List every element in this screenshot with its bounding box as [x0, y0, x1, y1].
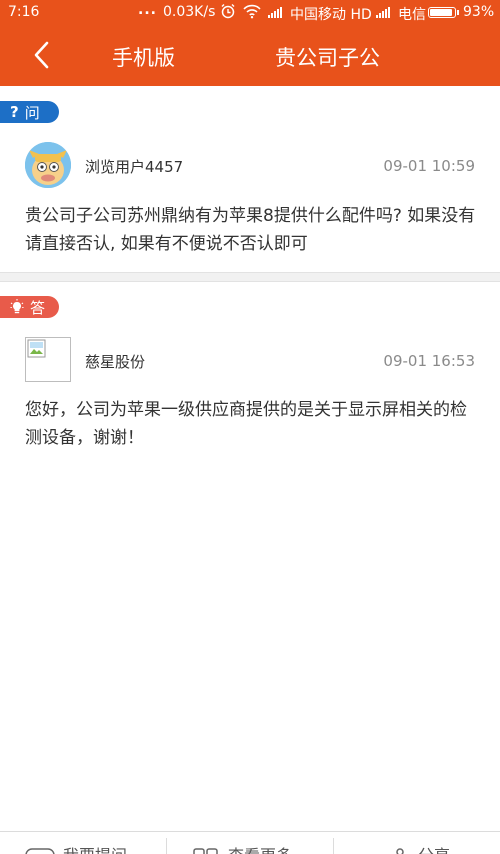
page-title: 贵公司子公 — [275, 46, 380, 70]
question-tag: ? 问 — [0, 101, 59, 123]
status-bar: 7:16 ... 0.03K/s 中国移动 HD 电信 93% — [0, 0, 500, 26]
battery-icon — [428, 7, 459, 18]
bottom-bar: 我要提问 查看更多 分享 — [0, 831, 500, 854]
ask-question-label: 我要提问 — [63, 842, 127, 854]
carrier-1-label: 中国移动 HD — [290, 7, 372, 23]
share-label: 分享 — [418, 842, 450, 854]
question-mark-icon: ? — [10, 103, 19, 121]
bottom-bar-separator — [166, 838, 167, 854]
question-time: 09-01 10:59 — [383, 157, 475, 175]
signal-strength-icon — [376, 6, 390, 18]
answer-tag: 答 — [0, 296, 59, 318]
answer-user-name[interactable]: 慈星股份 — [85, 351, 145, 372]
broken-image-icon — [27, 339, 46, 358]
share-button[interactable]: 分享 — [390, 842, 450, 854]
nav-bar: 手机版 贵公司子公 — [0, 26, 500, 86]
answer-tag-label: 答 — [30, 298, 46, 317]
question-text: 贵公司子公司苏州鼎纳有为苹果8提供什么配件吗? 如果没有请直接否认, 如果有不便… — [25, 206, 476, 254]
question-tag-label: 问 — [24, 103, 40, 122]
answer-time: 09-01 16:53 — [383, 352, 475, 370]
avatar[interactable] — [25, 337, 71, 382]
status-dots: ... — [138, 2, 157, 18]
avatar[interactable] — [25, 142, 71, 188]
mobile-version-link[interactable]: 手机版 — [112, 42, 175, 72]
answer-text: 您好，公司为苹果一级供应商提供的是关于显示屏相关的检测设备，谢谢！ — [25, 400, 467, 448]
bottom-bar-separator — [333, 838, 334, 854]
ask-question-button[interactable]: 我要提问 — [25, 842, 127, 854]
status-time: 7:16 — [8, 4, 40, 20]
avatar-cartoon — [25, 142, 71, 188]
battery-percent: 93% — [463, 4, 495, 20]
view-more-label: 查看更多 — [228, 842, 292, 854]
carrier-2-label: 电信 — [398, 7, 426, 23]
status-network-speed: 0.03K/s — [163, 4, 216, 20]
alarm-icon — [220, 3, 236, 23]
back-arrow-icon[interactable] — [28, 40, 58, 70]
view-more-button[interactable]: 查看更多 — [192, 842, 292, 854]
signal-strength-icon — [268, 6, 282, 18]
section-divider — [0, 272, 500, 282]
lightbulb-icon — [10, 299, 24, 314]
question-user-name[interactable]: 浏览用户4457 — [85, 156, 183, 177]
wifi-icon — [243, 3, 261, 23]
